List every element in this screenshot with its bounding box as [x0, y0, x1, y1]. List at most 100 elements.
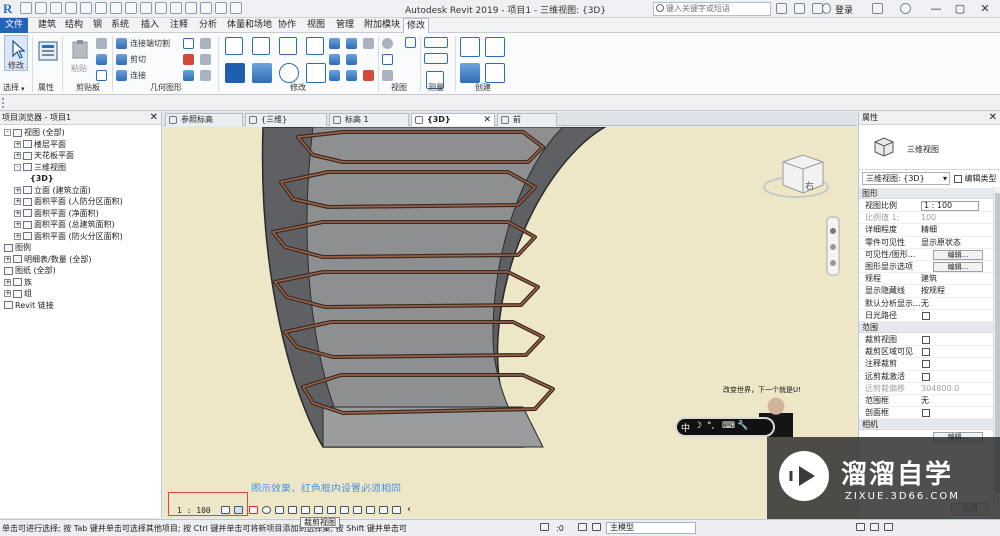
switch-windows-icon[interactable]: [230, 2, 242, 14]
tree-item[interactable]: + 面积平面 (防火分区面积): [14, 231, 123, 243]
open-icon[interactable]: [20, 2, 32, 14]
model-select[interactable]: 主模型: [606, 522, 696, 534]
create-parts-icon[interactable]: [485, 37, 505, 57]
expand-icon[interactable]: +: [4, 255, 11, 263]
ime-chinese-icon[interactable]: 中: [681, 421, 690, 434]
measure-icon[interactable]: [110, 2, 122, 14]
minimize-button[interactable]: —: [926, 1, 946, 16]
section-icon[interactable]: [185, 2, 197, 14]
tab-architecture[interactable]: 建筑: [35, 18, 59, 33]
tab-analyze[interactable]: 分析: [196, 18, 220, 33]
tree-item[interactable]: 图纸 (全部): [4, 265, 56, 277]
rotate-icon[interactable]: [279, 63, 299, 83]
search-input[interactable]: 键入关键字或短语: [653, 2, 771, 16]
remove-paint-icon[interactable]: [200, 54, 211, 65]
options-bar-grip-icon[interactable]: [2, 98, 6, 108]
match-type-icon[interactable]: [96, 70, 107, 81]
tab-collaborate[interactable]: 协作: [275, 18, 299, 33]
tag-icon[interactable]: [140, 2, 152, 14]
select-underlay-icon[interactable]: [870, 523, 879, 531]
mirror-axis-icon[interactable]: [279, 37, 297, 55]
property-value[interactable]: 建筑: [921, 273, 937, 285]
scroll-left-icon[interactable]: ‹: [407, 504, 411, 515]
tab-systems[interactable]: 系统: [108, 18, 132, 33]
create-similar-icon[interactable]: [485, 63, 505, 83]
close-button[interactable]: ✕: [975, 1, 995, 16]
cut-button[interactable]: 剪切: [130, 54, 146, 65]
align-icon[interactable]: [225, 37, 243, 55]
tree-item[interactable]: - 三维视图: [14, 162, 66, 174]
login-button[interactable]: 登录: [835, 3, 853, 16]
render-icon[interactable]: [275, 506, 284, 514]
tab-structure[interactable]: 结构: [62, 18, 86, 33]
cut-icon[interactable]: [116, 54, 127, 65]
split-icon[interactable]: [329, 38, 340, 49]
paste-button[interactable]: 粘贴: [67, 35, 91, 75]
tab-view[interactable]: 视图: [304, 18, 328, 33]
cut-clipboard-icon[interactable]: [96, 38, 107, 49]
sun-path-icon[interactable]: [249, 506, 258, 514]
delete-icon[interactable]: [363, 70, 374, 81]
property-checkbox[interactable]: [922, 311, 930, 320]
join-icon[interactable]: [116, 70, 127, 81]
hammer-icon[interactable]: [200, 70, 211, 81]
worksharing-icon[interactable]: [353, 506, 362, 514]
move-icon[interactable]: [225, 63, 245, 83]
property-category[interactable]: 范围: [859, 322, 993, 333]
linework-icon[interactable]: [382, 70, 393, 81]
tree-item[interactable]: + 组: [4, 288, 32, 300]
analytical-model-icon[interactable]: [366, 506, 375, 514]
shadows-icon[interactable]: [262, 506, 271, 514]
lock-view-icon[interactable]: [314, 506, 323, 514]
thin-lines-icon[interactable]: [200, 2, 212, 14]
edit-type-button[interactable]: 编辑类型: [954, 172, 997, 185]
tab-steel[interactable]: 钢: [90, 18, 105, 33]
trim-icon[interactable]: [306, 63, 326, 83]
tree-item[interactable]: + 面积平面 (总建筑面积): [14, 219, 115, 231]
ime-moon-icon[interactable]: ☽: [694, 421, 702, 431]
tree-item[interactable]: 图例: [4, 242, 31, 254]
tree-item[interactable]: + 面积平面 (人防分区面积): [14, 196, 123, 208]
undo-icon[interactable]: [65, 2, 77, 14]
tab-reference-level[interactable]: 参照标高: [165, 113, 243, 126]
detail-level-icon[interactable]: [221, 506, 230, 514]
temp-hide-icon[interactable]: [327, 506, 336, 514]
property-value[interactable]: 精细: [921, 224, 937, 236]
property-checkbox[interactable]: [922, 360, 930, 369]
scale-icon[interactable]: [329, 70, 340, 81]
select-group-label[interactable]: 选择: [3, 82, 19, 93]
demolish-icon[interactable]: [200, 38, 211, 49]
array-icon[interactable]: [346, 54, 357, 65]
expand-icon[interactable]: +: [14, 186, 21, 194]
editable-only-icon[interactable]: [592, 523, 601, 531]
viewcube[interactable]: [763, 154, 829, 198]
measure-along-icon[interactable]: [424, 53, 448, 64]
expand-icon[interactable]: +: [14, 209, 21, 217]
tree-item[interactable]: Revit 链接: [4, 300, 54, 312]
properties-button[interactable]: [36, 39, 58, 65]
tab-3d-default[interactable]: {3D} ✕: [411, 113, 495, 126]
expand-icon[interactable]: +: [14, 221, 21, 228]
cut-join-button[interactable]: 连接端切割: [130, 38, 170, 49]
tree-item[interactable]: + 明细表/数量 (全部): [4, 254, 91, 266]
user-icon[interactable]: [822, 3, 831, 14]
close-icon[interactable]: ✕: [150, 112, 158, 124]
select-links-icon[interactable]: [856, 523, 865, 531]
property-checkbox[interactable]: [922, 336, 930, 344]
modify-tool-button[interactable]: 修改: [4, 35, 28, 71]
property-input[interactable]: 1 : 100: [921, 201, 979, 211]
expand-icon[interactable]: +: [14, 152, 21, 159]
tab-level-1[interactable]: 标高 1: [329, 113, 409, 126]
ime-settings-icon[interactable]: 🔧: [737, 421, 748, 431]
highlight-displacement-icon[interactable]: [379, 506, 388, 514]
tab-file[interactable]: 文件: [0, 18, 29, 33]
close-icon[interactable]: ✕: [989, 112, 997, 124]
tree-item[interactable]: {3D}: [30, 173, 54, 185]
cope-icon[interactable]: [116, 38, 127, 49]
tab-manage[interactable]: 管理: [333, 18, 357, 33]
expand-icon[interactable]: +: [14, 198, 21, 205]
override-graphics-icon[interactable]: [382, 54, 393, 65]
tab-3d-view-generic[interactable]: {三维}: [245, 113, 327, 126]
visual-style-icon[interactable]: [234, 506, 243, 514]
design-options-icon[interactable]: [578, 523, 587, 531]
